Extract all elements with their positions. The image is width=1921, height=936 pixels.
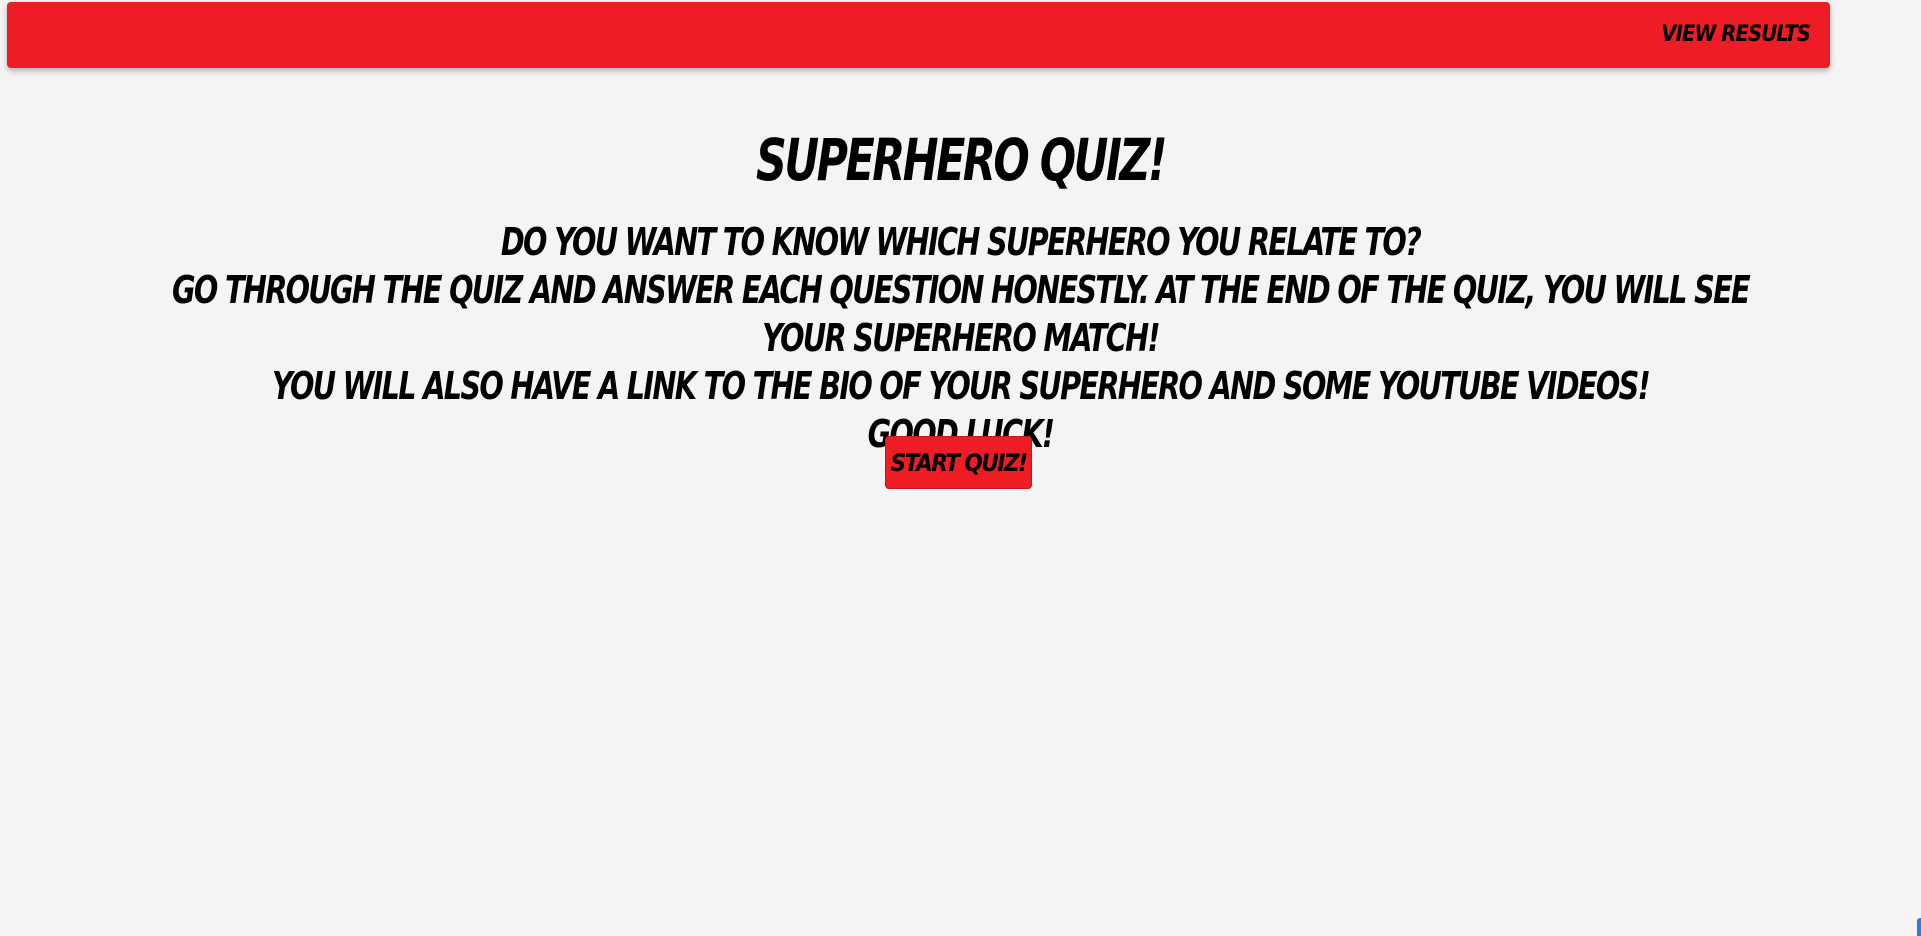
- intro-line: Go through the quiz and answer each ques…: [172, 268, 1751, 360]
- start-quiz-button[interactable]: Start Quiz!: [885, 436, 1032, 489]
- window-edge-accent: [1917, 918, 1921, 936]
- intro-text: Do you want to know which superhero you …: [0, 218, 1921, 458]
- navbar: View Results: [7, 2, 1830, 68]
- page-title: Superhero Quiz!: [755, 126, 1167, 194]
- main-content: Superhero Quiz! Do you want to know whic…: [0, 120, 1921, 456]
- intro-line: You will also have a link to the bio of …: [272, 364, 1651, 408]
- intro-line: Do you want to know which superhero you …: [500, 220, 1422, 264]
- view-results-link[interactable]: View Results: [1661, 22, 1811, 47]
